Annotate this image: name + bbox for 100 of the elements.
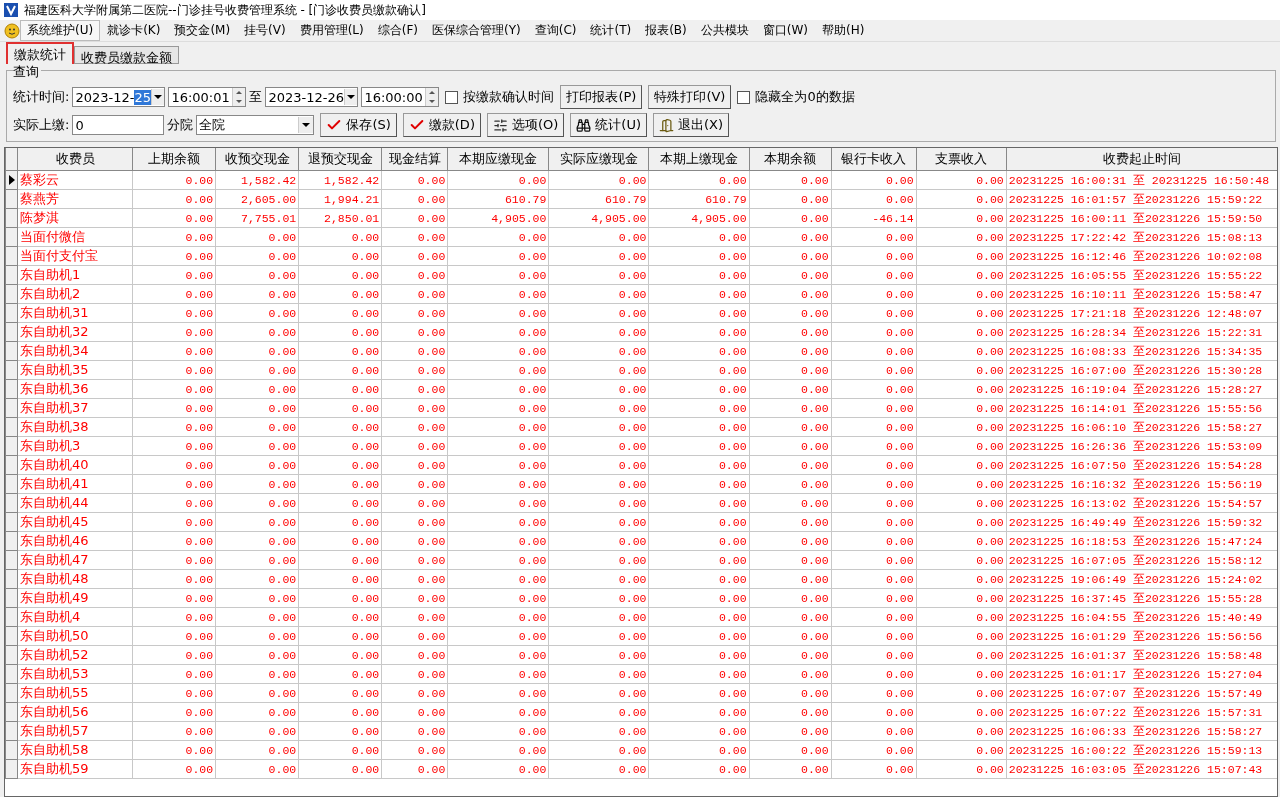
table-cell: 0.00 — [648, 493, 750, 513]
table-cell: 0.00 — [381, 512, 448, 532]
date-field[interactable]: 2023-12-25 — [72, 87, 166, 107]
table-cell: 0.00 — [916, 436, 1007, 456]
table-cell: 0.00 — [132, 531, 216, 551]
table-cell: 2,850.01 — [298, 208, 382, 228]
menu-item[interactable]: 帮助(H) — [815, 22, 872, 39]
table-cell: 0.00 — [831, 398, 917, 418]
table-cell: 1,582.42 — [215, 170, 299, 190]
table-cell: 0.00 — [749, 626, 832, 646]
special-print-button[interactable]: 特殊打印(V) — [648, 85, 732, 109]
menu-item[interactable]: 挂号(V) — [237, 22, 293, 39]
table-cell: 0.00 — [916, 455, 1007, 475]
table-cell: 0.00 — [916, 208, 1007, 228]
table-cell: 0.00 — [648, 645, 750, 665]
menu-item[interactable]: 报表(B) — [638, 22, 694, 39]
tab[interactable]: 收费员缴款金额 — [74, 46, 179, 64]
table-cell: 0.00 — [916, 607, 1007, 627]
menu-item[interactable]: 系统维护(U) — [20, 20, 101, 41]
table-cell: 0.00 — [831, 189, 917, 209]
table-cell: 0.00 — [548, 398, 649, 418]
menu-item[interactable]: 公共模块 — [693, 22, 756, 39]
menu-item[interactable]: 查询(C) — [527, 22, 584, 39]
table-cell: 0.00 — [132, 379, 216, 399]
table-cell: 0.00 — [916, 189, 1007, 209]
toolbar-button[interactable]: 缴款(D) — [402, 113, 481, 137]
column-header[interactable]: 本期上缴现金 — [648, 148, 750, 171]
column-header[interactable]: 本期余额 — [749, 148, 832, 171]
tab[interactable]: 缴款统计 — [6, 42, 74, 64]
table-cell: 0.00 — [916, 626, 1007, 646]
table-cell: 0.00 — [298, 455, 382, 475]
column-header[interactable]: 收预交现金 — [215, 148, 299, 171]
print-report-button[interactable]: 打印报表(P) — [560, 85, 643, 109]
table-cell: 0.00 — [548, 322, 649, 342]
toolbar-button[interactable]: 统计(U) — [570, 113, 647, 137]
table-cell: 0.00 — [132, 474, 216, 494]
menu-item[interactable]: 医保综合管理(Y) — [425, 22, 528, 39]
table-cell: 0.00 — [749, 189, 832, 209]
column-header[interactable]: 实际应缴现金 — [548, 148, 649, 171]
table-cell: 0.00 — [548, 607, 649, 627]
menu-item[interactable]: 综合(F) — [370, 22, 425, 39]
checkbox[interactable] — [737, 90, 751, 104]
branch-dropdown[interactable]: 全院 — [196, 115, 315, 135]
date-field[interactable]: 2023-12-26 — [265, 87, 359, 107]
table-cell: 0.00 — [132, 493, 216, 513]
table-cell: 0.00 — [548, 417, 649, 437]
table-cell: 0.00 — [381, 550, 448, 570]
table-cell: 0.00 — [215, 607, 299, 627]
table-cell: 0.00 — [548, 569, 649, 589]
column-header[interactable]: 支票收入 — [916, 148, 1007, 171]
column-header[interactable]: 收费起止时间 — [1006, 148, 1277, 171]
table-cell: 东自助机1 — [17, 265, 133, 285]
table-cell: 0.00 — [381, 246, 448, 266]
toolbar-button[interactable]: 保存(S) — [320, 113, 397, 137]
table-cell: 4,905.00 — [648, 208, 750, 228]
checkbox[interactable] — [445, 90, 459, 104]
column-header[interactable]: 退预交现金 — [298, 148, 382, 171]
table-cell: 0.00 — [215, 531, 299, 551]
menu-item[interactable]: 窗口(W) — [755, 22, 815, 39]
table-cell: 0.00 — [298, 303, 382, 323]
table-cell: 0.00 — [916, 721, 1007, 741]
table-cell: 0.00 — [749, 436, 832, 456]
table-cell: 0.00 — [548, 721, 649, 741]
table-cell: 0.00 — [749, 721, 832, 741]
table-cell: 0.00 — [298, 341, 382, 361]
table-cell: 0.00 — [447, 455, 549, 475]
field-label: 统计时间: — [13, 88, 70, 106]
row-header[interactable] — [5, 170, 18, 190]
table-cell: 0.00 — [215, 398, 299, 418]
toolbar-button[interactable]: 退出(X) — [653, 113, 730, 137]
menu-item[interactable]: 预交金(M) — [167, 22, 238, 39]
column-header[interactable]: 现金结算 — [381, 148, 448, 171]
menu-item[interactable]: 就诊卡(K) — [100, 22, 168, 39]
table-cell: 0.00 — [831, 303, 917, 323]
column-header[interactable]: 上期余额 — [132, 148, 216, 171]
amount-field[interactable]: 0 — [72, 115, 165, 135]
table-cell: 0.00 — [447, 246, 549, 266]
time-field[interactable]: 16:00:01 — [168, 87, 247, 107]
column-header[interactable]: 本期应缴现金 — [447, 148, 549, 171]
column-header[interactable]: 收费员 — [17, 148, 133, 171]
table-cell: 0.00 — [916, 341, 1007, 361]
table-cell: 0.00 — [447, 379, 549, 399]
menu-item[interactable]: 费用管理(L) — [292, 22, 371, 39]
table-cell: 0.00 — [215, 417, 299, 437]
column-header[interactable]: 银行卡收入 — [831, 148, 917, 171]
menu-item[interactable]: 统计(T) — [583, 22, 639, 39]
table-cell: 0.00 — [215, 265, 299, 285]
table-cell: 东自助机32 — [17, 322, 133, 342]
table-cell: 0.00 — [831, 626, 917, 646]
to-label: 至 — [249, 88, 263, 106]
table-cell: 0.00 — [916, 398, 1007, 418]
time-field[interactable]: 16:00:00 — [361, 87, 440, 107]
table-cell: 0.00 — [548, 683, 649, 703]
table-cell: 0.00 — [749, 284, 832, 304]
toolbar-button[interactable]: 选项(O) — [486, 113, 565, 137]
table-cell: 0.00 — [298, 379, 382, 399]
table-cell: 0.00 — [381, 360, 448, 380]
table-cell: 0.00 — [916, 417, 1007, 437]
table-cell: 0.00 — [916, 702, 1007, 722]
table-cell: 0.00 — [831, 493, 917, 513]
